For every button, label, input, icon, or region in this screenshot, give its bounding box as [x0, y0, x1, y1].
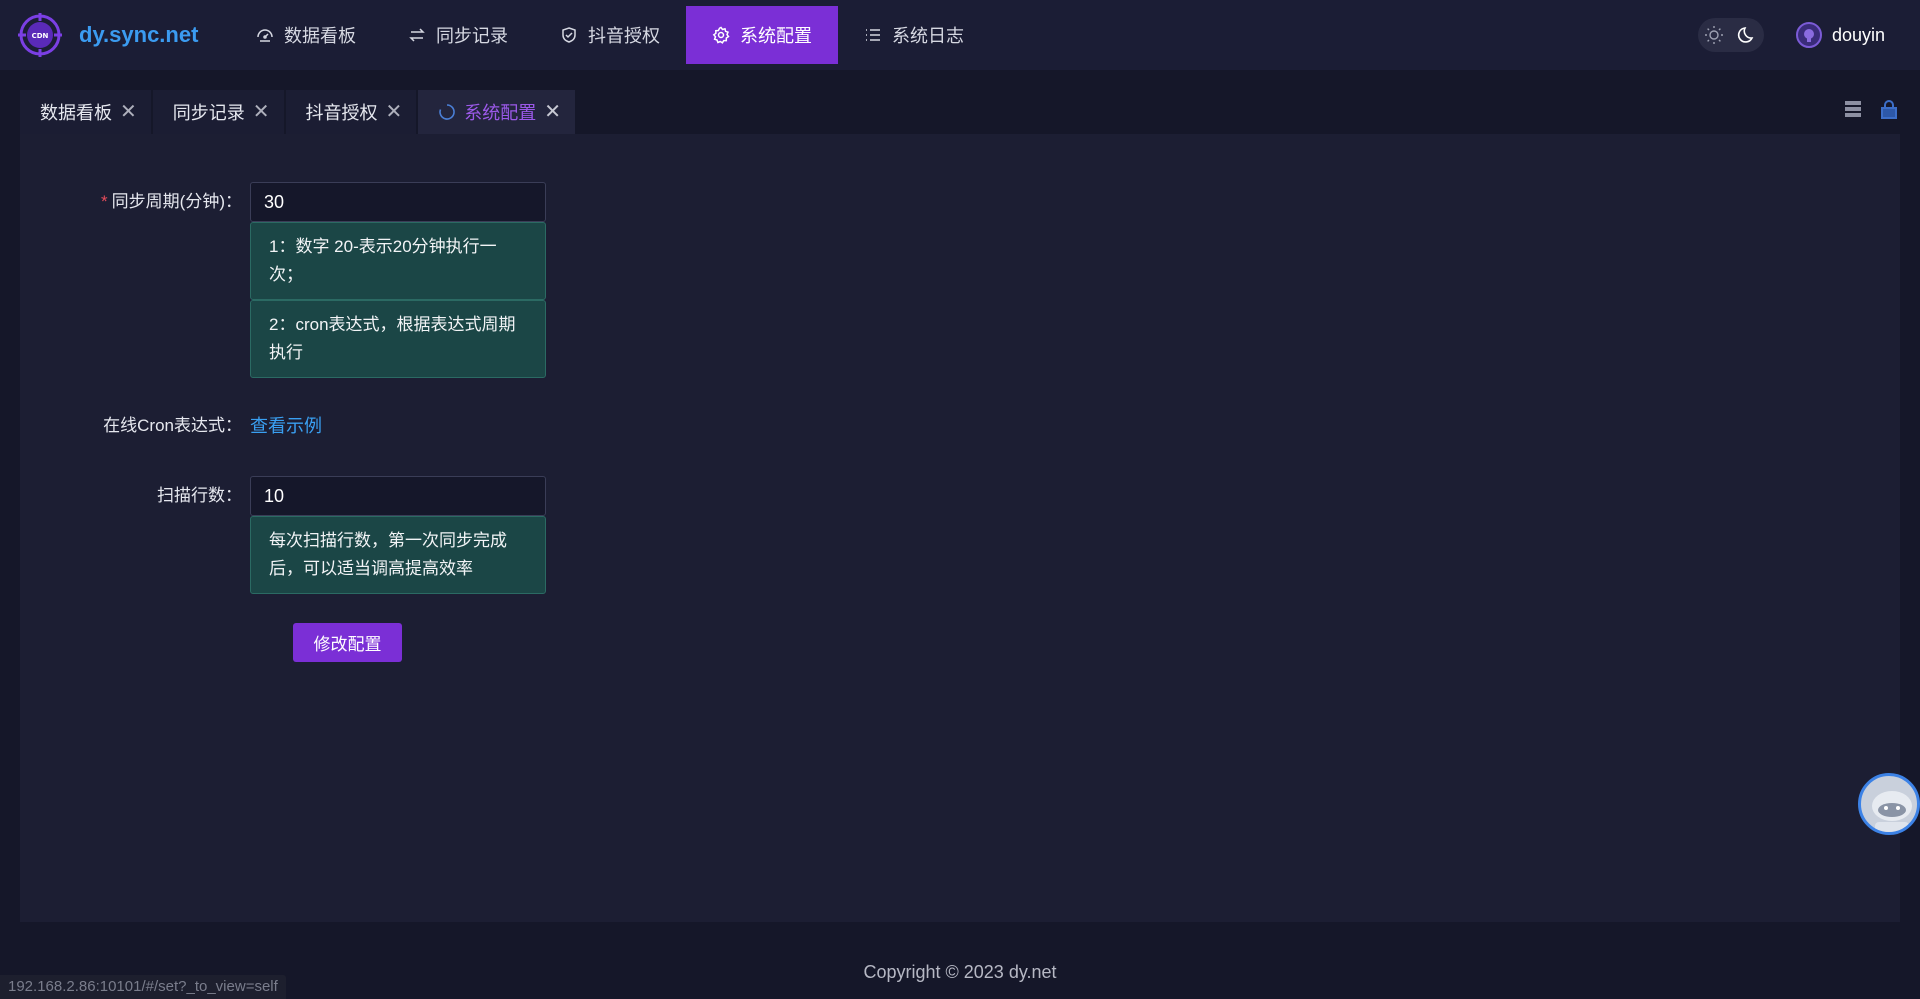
sync-period-label: * 同步周期(分钟)：	[20, 182, 250, 378]
nav-label: 数据看板	[284, 26, 356, 46]
list-icon	[866, 29, 880, 41]
top-header: CDN dy.sync.net 数据看板 同步记录 抖音授权 系统配置 系统日志…	[0, 0, 1920, 70]
tab-label: 数据看板	[40, 103, 112, 123]
app-logo[interactable]: CDN dy.sync.net	[18, 13, 230, 57]
cron-example-link[interactable]: 查看示例	[250, 406, 322, 446]
save-config-button[interactable]: 修改配置	[293, 623, 402, 662]
tab-system-config[interactable]: 系统配置 ✕	[418, 90, 576, 134]
swap-icon	[409, 28, 425, 42]
hint-scan-rows: 每次扫描行数，第一次同步完成后，可以适当调高提高效率	[250, 516, 546, 594]
cron-label: 在线Cron表达式：	[103, 416, 242, 435]
assistant-bot-button[interactable]	[1858, 773, 1920, 835]
theme-toggle[interactable]	[1697, 18, 1764, 52]
tab-tools	[1842, 98, 1900, 120]
robot-icon	[1872, 791, 1912, 832]
footer-copyright: Copyright © 2023 dy.net	[863, 962, 1057, 982]
layout-icon[interactable]	[1842, 98, 1864, 120]
loading-icon	[439, 104, 456, 120]
config-panel: * 同步周期(分钟)： 30 1：数字 20-表示20分钟执行一次； 2：cron…	[20, 134, 1900, 922]
tab-douyin-auth[interactable]: 抖音授权 ✕	[285, 90, 417, 134]
tab-label: 系统配置	[464, 103, 537, 123]
nav-label: 同步记录	[436, 26, 508, 46]
close-icon[interactable]: ✕	[120, 102, 137, 122]
logo-icon: CDN	[18, 13, 62, 57]
nav-item-system-config[interactable]: 系统配置	[686, 6, 838, 64]
lock-icon[interactable]	[1878, 98, 1900, 120]
user-menu[interactable]: douyin	[1795, 22, 1885, 48]
github-icon	[1803, 29, 1814, 42]
close-icon[interactable]: ✕	[386, 102, 403, 122]
required-mark: *	[101, 192, 108, 211]
scan-rows-input[interactable]: 10	[250, 476, 546, 516]
tab-dashboard[interactable]: 数据看板 ✕	[20, 90, 151, 134]
sync-period-label-text: 同步周期(分钟)：	[111, 192, 242, 211]
nav-item-douyin-auth[interactable]: 抖音授权	[534, 6, 686, 64]
form-row-cron: 在线Cron表达式： 查看示例	[20, 406, 322, 446]
scan-rows-label: 扫描行数：	[157, 486, 242, 505]
dashboard-icon	[257, 29, 273, 42]
user-name: douyin	[1831, 24, 1885, 45]
app-name: dy.sync.net	[79, 22, 199, 47]
hint-cron-number: 1：数字 20-表示20分钟执行一次；	[250, 222, 546, 300]
avatar	[1795, 22, 1822, 48]
nav-item-system-log[interactable]: 系统日志	[838, 6, 990, 64]
sun-icon[interactable]	[1704, 25, 1724, 45]
sync-period-input[interactable]: 30	[250, 182, 546, 222]
moon-icon[interactable]	[1737, 25, 1757, 45]
logo-label: CDN	[32, 32, 49, 40]
shield-icon	[562, 27, 576, 43]
nav-label: 抖音授权	[588, 26, 660, 46]
gear-icon	[712, 26, 730, 44]
main-nav: 数据看板 同步记录 抖音授权 系统配置 系统日志	[230, 0, 990, 70]
header-actions: douyin	[1697, 18, 1885, 52]
tab-label: 同步记录	[172, 103, 245, 123]
nav-item-sync-records[interactable]: 同步记录	[382, 6, 534, 64]
status-url: 192.168.2.86:10101/#/set?_to_view=self	[0, 975, 286, 999]
hint-cron-expression: 2：cron表达式，根据表达式周期执行	[250, 300, 546, 378]
page-tabs: 数据看板 ✕ 同步记录 ✕ 抖音授权 ✕ 系统配置 ✕	[20, 90, 577, 134]
close-icon[interactable]: ✕	[253, 102, 270, 122]
nav-label: 系统日志	[892, 26, 964, 46]
form-row-sync-period: * 同步周期(分钟)： 30 1：数字 20-表示20分钟执行一次； 2：cron…	[20, 182, 546, 378]
nav-item-dashboard[interactable]: 数据看板	[230, 6, 382, 64]
form-row-scan-rows: 扫描行数： 10 每次扫描行数，第一次同步完成后，可以适当调高提高效率	[20, 476, 546, 594]
tab-sync-records[interactable]: 同步记录 ✕	[152, 90, 284, 134]
close-icon[interactable]: ✕	[544, 102, 561, 122]
tab-label: 抖音授权	[305, 103, 378, 123]
nav-label: 系统配置	[740, 26, 812, 46]
